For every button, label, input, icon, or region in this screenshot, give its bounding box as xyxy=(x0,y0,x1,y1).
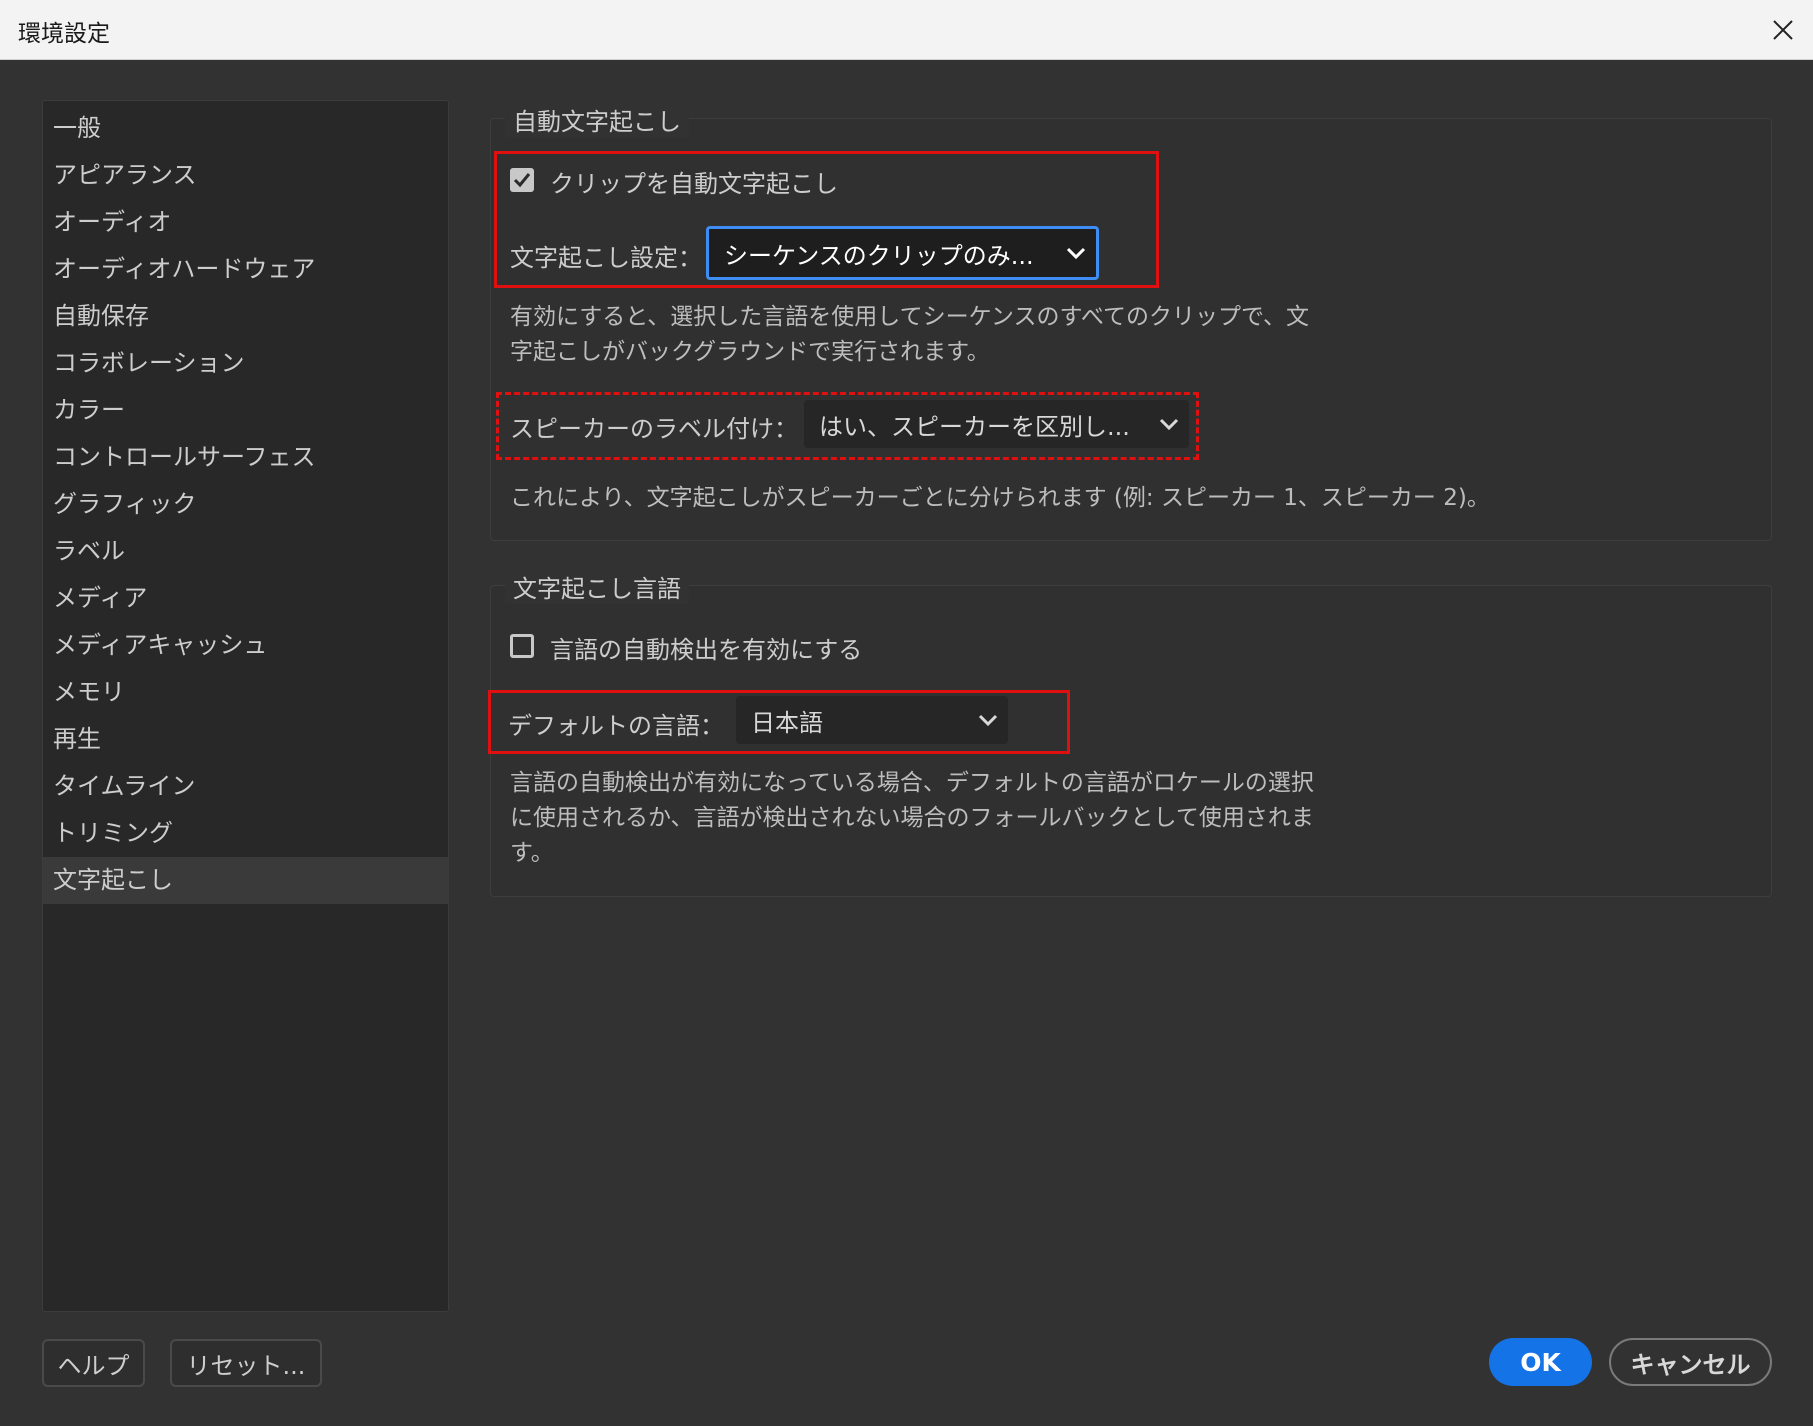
auto-transcription-description: 有効にすると、選択した言語を使用してシーケンスのすべてのクリップで、文 字起こし… xyxy=(510,300,1309,370)
highlight-box-auto-transcribe xyxy=(494,151,1159,288)
transcription-language-group-title: 文字起こし言語 xyxy=(505,569,689,604)
sidebar-item[interactable]: メモリ xyxy=(43,669,448,716)
category-sidebar: 一般 アピアランス オーディオ オーディオハードウェア 自動保存 コラボレーション カラーコ… xyxy=(42,100,449,1312)
window-title: 環境設定 xyxy=(18,21,110,47)
sidebar-item[interactable]: オーディオハードウェア xyxy=(43,246,448,293)
auto-transcription-description-line2: 字起こしがバックグラウンドで実行されます。 xyxy=(510,339,990,365)
highlight-box-default-language xyxy=(488,690,1070,754)
transcription-language-description-line3: す。 xyxy=(510,840,554,866)
sidebar-item[interactable]: 一般 xyxy=(43,105,448,152)
sidebar-item[interactable]: 再生 xyxy=(43,716,448,763)
transcription-language-description-line1: 言語の自動検出が有効になっている場合、デフォルトの言語がロケールの選択 xyxy=(510,770,1314,796)
auto-detect-language-label: 言語の自動検出を有効にする xyxy=(550,636,863,664)
auto-transcription-group-title: 自動文字起こし xyxy=(505,102,689,137)
sidebar-item[interactable]: メディア xyxy=(43,575,448,622)
close-icon xyxy=(1773,20,1793,40)
auto-detect-language-checkbox[interactable] xyxy=(510,634,534,658)
sidebar-item[interactable]: 文字起こし xyxy=(43,857,448,904)
close-button[interactable] xyxy=(1753,0,1813,60)
help-button[interactable]: ヘルプ xyxy=(42,1339,145,1387)
sidebar-item[interactable]: アピアランス xyxy=(43,152,448,199)
sidebar-item[interactable]: メディアキャッシュ xyxy=(43,622,448,669)
ok-button[interactable]: OK xyxy=(1489,1338,1592,1386)
speaker-labeling-description: これにより、文字起こしがスピーカーごとに分けられます (例: スピーカー 1、ス… xyxy=(510,485,1490,511)
title-bar: 環境設定 xyxy=(0,0,1813,60)
reset-button[interactable]: リセット... xyxy=(170,1339,322,1387)
sidebar-item[interactable]: オーディオ xyxy=(43,199,448,246)
sidebar-item[interactable]: トリミング xyxy=(43,810,448,857)
preferences-window: 環境設定 一般 アピアランス オーディオ オーディオハードウェア 自動保存 コラボレーショ… xyxy=(0,0,1813,1426)
sidebar-item[interactable]: グラフィック xyxy=(43,481,448,528)
sidebar-item[interactable]: ラベル xyxy=(43,528,448,575)
cancel-button[interactable]: キャンセル xyxy=(1609,1338,1772,1386)
sidebar-item[interactable]: タイムライン xyxy=(43,763,448,810)
highlight-box-speaker-labeling xyxy=(496,392,1199,460)
sidebar-item[interactable]: コントロールサーフェス xyxy=(43,434,448,481)
transcription-language-description-line2: に使用されるか、言語が検出されない場合のフォールバックとして使用されま xyxy=(510,805,1314,831)
transcription-language-description: 言語の自動検出が有効になっている場合、デフォルトの言語がロケールの選択 に使用さ… xyxy=(510,766,1314,871)
sidebar-item[interactable]: コラボレーション xyxy=(43,340,448,387)
sidebar-item[interactable]: 自動保存 xyxy=(43,293,448,340)
auto-transcription-description-line1: 有効にすると、選択した言語を使用してシーケンスのすべてのクリップで、文 xyxy=(510,304,1310,330)
sidebar-item[interactable]: カラー xyxy=(43,387,448,434)
